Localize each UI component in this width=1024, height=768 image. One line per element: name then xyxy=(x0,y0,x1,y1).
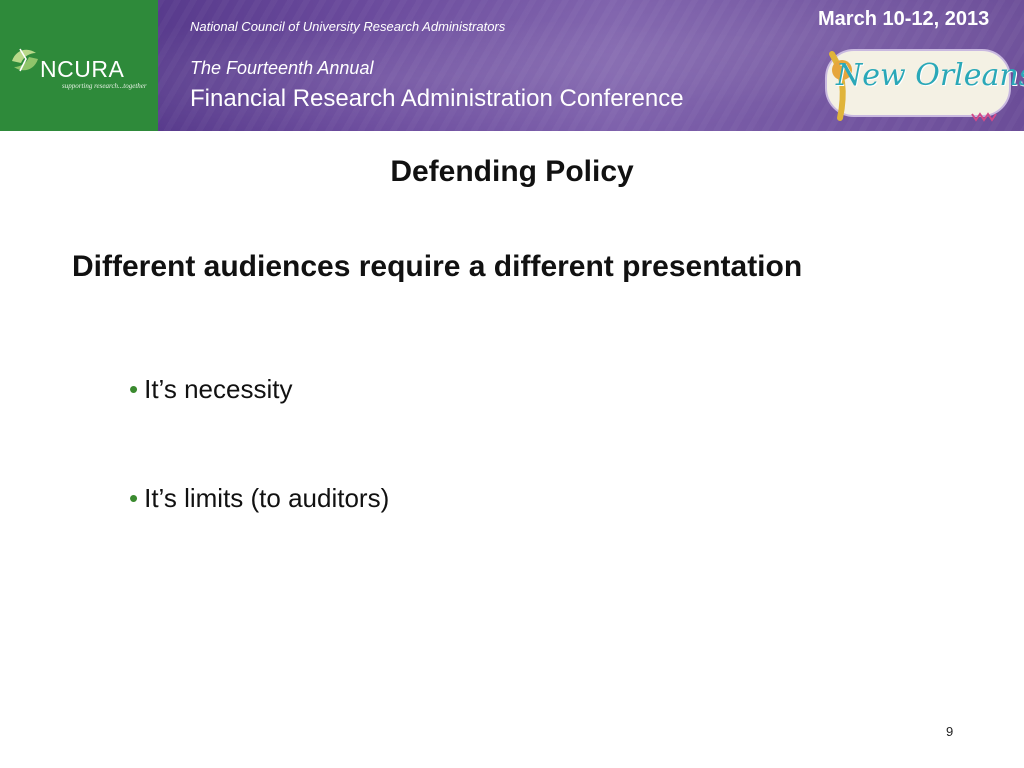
bullet-dot-icon: • xyxy=(129,374,139,404)
bullet-item: • It’s necessity xyxy=(129,374,292,405)
page-number: 9 xyxy=(946,724,954,739)
conference-dates: March 10-12, 2013 xyxy=(818,8,990,30)
bullet-item: • It’s limits (to auditors) xyxy=(129,483,389,514)
city-logo-text: New Orleans xyxy=(836,58,1024,93)
logo-name: NCURA xyxy=(40,56,125,82)
logo-tagline: supporting research...together xyxy=(62,82,147,90)
slide-subtitle: Different audiences require a different … xyxy=(72,250,803,283)
conference-edition: The Fourteenth Annual xyxy=(190,58,374,78)
slide-title: Defending Policy xyxy=(390,155,634,188)
bullet-dot-icon: • xyxy=(129,483,139,513)
bullet-text: It’s necessity xyxy=(144,374,293,404)
ncura-logo-icon xyxy=(12,48,38,72)
header-banner: NCURA supporting research...together Nat… xyxy=(0,0,1024,131)
ncura-logo-panel: NCURA supporting research...together xyxy=(0,0,158,131)
conference-name: Financial Research Administration Confer… xyxy=(190,85,684,112)
organization-name: National Council of University Research … xyxy=(190,19,506,34)
bullet-text: It’s limits (to auditors) xyxy=(144,483,390,513)
